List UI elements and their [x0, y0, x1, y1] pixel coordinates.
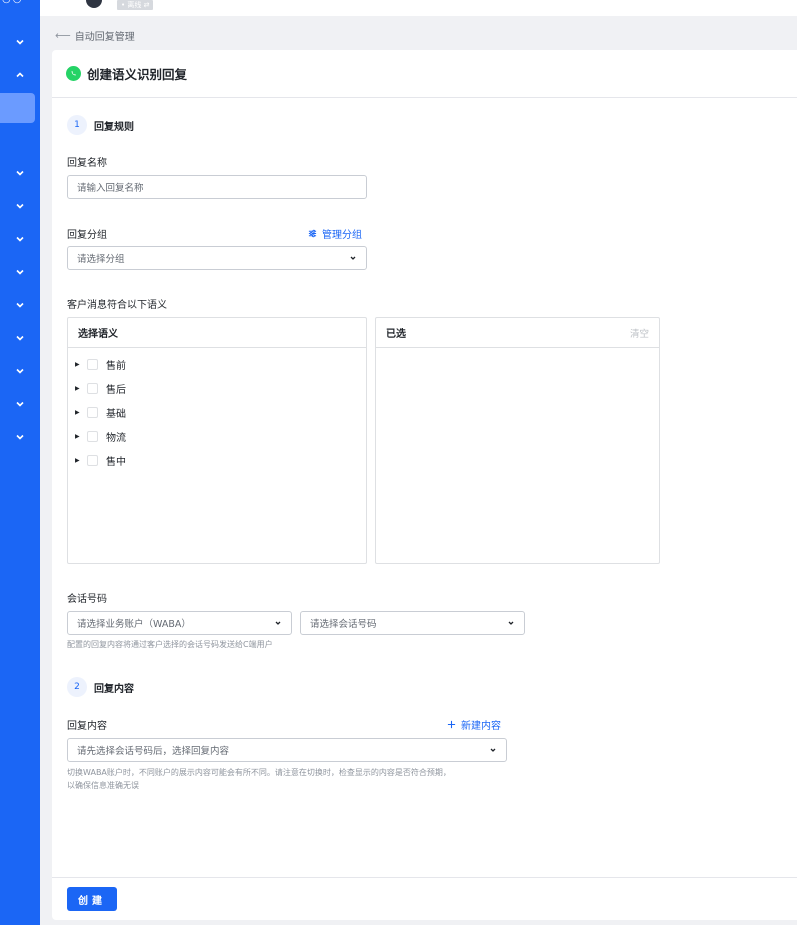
card-header: 创建语义识别回复: [52, 50, 797, 98]
tree-item[interactable]: ▶ 售前: [68, 352, 366, 376]
tree-item[interactable]: ▶ 基础: [68, 400, 366, 424]
manage-group-label: 管理分组: [322, 230, 362, 241]
top-header: • 离线 ⇄: [40, 0, 797, 16]
reply-name-input[interactable]: 请输入回复名称: [67, 175, 367, 199]
reply-content-help: 切换WABA账户时，不同账户的展示内容可能会有所不同。请注意在切换时，检查显示的…: [67, 766, 451, 792]
checkbox[interactable]: [87, 406, 98, 418]
sidebar-active-item[interactable]: [0, 93, 35, 123]
step-1: 1 回复规则: [67, 115, 134, 135]
clear-button[interactable]: 清空: [630, 326, 649, 340]
plus-icon: [447, 720, 456, 729]
reply-content-select[interactable]: 请先选择会话号码后，选择回复内容: [67, 738, 507, 762]
caret-right-icon[interactable]: ▶: [75, 361, 81, 368]
checkbox[interactable]: [87, 430, 98, 442]
semantic-selected-panel: 已选 清空: [375, 317, 660, 564]
checkbox[interactable]: [87, 454, 98, 466]
chevron-down-icon: [349, 254, 357, 262]
step-number: 1: [67, 115, 87, 135]
back-arrow-icon[interactable]: ⟵: [55, 29, 71, 42]
chevron-down-icon[interactable]: [13, 430, 27, 444]
chevron-down-icon[interactable]: [13, 298, 27, 312]
session-number-placeholder: 请选择会话号码: [310, 619, 377, 630]
chevron-down-icon[interactable]: [13, 265, 27, 279]
session-number-help: 配置的回复内容将通过客户选择的会话号码发送给C端用户: [67, 640, 273, 649]
tree-item[interactable]: ▶ 物流: [68, 424, 366, 448]
help-line-1: 切换WABA账户时，不同账户的展示内容可能会有所不同。请注意在切换时，检查显示的…: [67, 768, 451, 777]
semantic-select-panel: 选择语义 ▶ 售前 ▶ 售后 ▶ 基础 ▶ 物流 ▶ 售中: [67, 317, 367, 564]
status-badge[interactable]: • 离线 ⇄: [117, 0, 154, 10]
semantic-tree: ▶ 售前 ▶ 售后 ▶ 基础 ▶ 物流 ▶ 售中: [68, 348, 366, 472]
chevron-down-icon: [489, 746, 497, 754]
panel-header: 选择语义: [68, 318, 366, 348]
step-title: 回复规则: [94, 121, 134, 133]
caret-right-icon[interactable]: ▶: [75, 433, 81, 440]
form-card: 创建语义识别回复 1 回复规则 回复名称 请输入回复名称 回复分组 管理分组 请…: [52, 50, 797, 920]
breadcrumb-label[interactable]: 自动回复管理: [75, 28, 135, 43]
chevron-down-icon[interactable]: [13, 35, 27, 49]
chevron-down-icon[interactable]: [13, 331, 27, 345]
chevron-down-icon[interactable]: [13, 232, 27, 246]
reply-name-label: 回复名称: [67, 158, 107, 169]
panel-title: 选择语义: [78, 329, 118, 340]
caret-right-icon[interactable]: ▶: [75, 409, 81, 416]
sliders-icon: [308, 229, 317, 238]
avatar[interactable]: [86, 0, 102, 8]
session-number-label: 会话号码: [67, 594, 107, 605]
checkbox[interactable]: [87, 382, 98, 394]
tree-item-label: 基础: [106, 408, 126, 420]
footer-divider: [52, 877, 797, 878]
caret-right-icon[interactable]: ▶: [75, 385, 81, 392]
new-content-button[interactable]: 新建内容: [447, 717, 501, 732]
semantic-label: 客户消息符合以下语义: [67, 300, 167, 311]
session-number-select[interactable]: 请选择会话号码: [300, 611, 525, 635]
logo-icon: ◡◡: [2, 0, 32, 5]
chevron-down-icon: [274, 619, 282, 627]
step-number: 2: [67, 677, 87, 697]
tree-item[interactable]: ▶ 售后: [68, 376, 366, 400]
tree-item[interactable]: ▶ 售中: [68, 448, 366, 472]
chevron-down-icon[interactable]: [13, 166, 27, 180]
panel-title: 已选: [386, 329, 406, 340]
tree-item-label: 售后: [106, 384, 126, 396]
tree-item-label: 售前: [106, 360, 126, 372]
new-content-label: 新建内容: [461, 721, 501, 732]
panel-header: 已选 清空: [376, 318, 659, 348]
tree-item-label: 售中: [106, 456, 126, 468]
chevron-up-icon[interactable]: [13, 68, 27, 82]
reply-group-select[interactable]: 请选择分组: [67, 246, 367, 270]
checkbox[interactable]: [87, 358, 98, 370]
reply-group-label: 回复分组: [67, 230, 107, 241]
waba-select[interactable]: 请选择业务账户（WABA）: [67, 611, 292, 635]
caret-right-icon[interactable]: ▶: [75, 457, 81, 464]
chevron-down-icon[interactable]: [13, 397, 27, 411]
reply-name-placeholder: 请输入回复名称: [77, 183, 144, 194]
breadcrumb[interactable]: ⟵ 自动回复管理: [55, 27, 135, 43]
whatsapp-icon: [66, 66, 81, 81]
reply-content-placeholder: 请先选择会话号码后，选择回复内容: [77, 746, 230, 757]
waba-placeholder: 请选择业务账户（WABA）: [77, 619, 191, 630]
step-title: 回复内容: [94, 683, 134, 695]
reply-content-label: 回复内容: [67, 721, 107, 732]
step-2: 2 回复内容: [67, 677, 134, 697]
chevron-down-icon[interactable]: [13, 364, 27, 378]
manage-group-button[interactable]: 管理分组: [308, 226, 362, 241]
create-button[interactable]: 创建: [67, 887, 117, 911]
chevron-down-icon: [507, 619, 515, 627]
help-line-2: 以确保信息准确无误: [67, 781, 139, 790]
tree-item-label: 物流: [106, 432, 126, 444]
sidebar: ◡◡: [0, 0, 40, 925]
page-title: 创建语义识别回复: [87, 67, 188, 82]
chevron-down-icon[interactable]: [13, 199, 27, 213]
reply-group-placeholder: 请选择分组: [77, 254, 125, 265]
